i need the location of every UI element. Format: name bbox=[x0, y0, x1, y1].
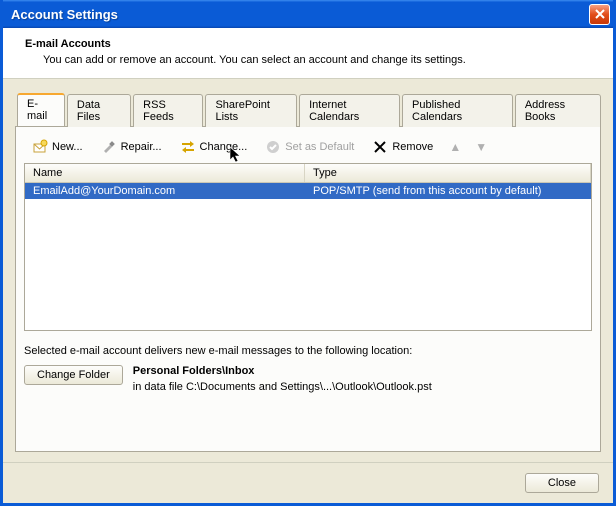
close-button[interactable]: Close bbox=[525, 473, 599, 493]
header-subtext: You can add or remove an account. You ca… bbox=[25, 54, 597, 66]
tab-data-files[interactable]: Data Files bbox=[67, 94, 131, 127]
remove-label: Remove bbox=[392, 141, 433, 153]
list-row[interactable]: EmailAdd@YourDomain.com POP/SMTP (send f… bbox=[25, 183, 591, 199]
tab-address-books[interactable]: Address Books bbox=[515, 94, 601, 127]
arrow-up-icon: ▲ bbox=[449, 140, 461, 154]
delivery-text: Selected e-mail account delivers new e-m… bbox=[24, 345, 592, 357]
tab-strip: E-mail Data Files RSS Feeds SharePoint L… bbox=[17, 93, 601, 126]
check-icon bbox=[265, 139, 281, 155]
close-label: Close bbox=[548, 477, 576, 489]
data-file-path: in data file C:\Documents and Settings\.… bbox=[133, 381, 432, 393]
tab-label: SharePoint Lists bbox=[215, 99, 269, 123]
tab-panel-email: New... Repair... Change... bbox=[15, 126, 601, 452]
remove-icon bbox=[372, 139, 388, 155]
list-header: Name Type bbox=[25, 164, 591, 183]
tab-label: Published Calendars bbox=[412, 99, 462, 123]
tab-sharepoint-lists[interactable]: SharePoint Lists bbox=[205, 94, 297, 127]
repair-icon bbox=[101, 139, 117, 155]
cell-type: POP/SMTP (send from this account by defa… bbox=[305, 183, 591, 199]
toolbar: New... Repair... Change... bbox=[24, 135, 592, 163]
tab-email[interactable]: E-mail bbox=[17, 93, 65, 126]
new-icon bbox=[32, 139, 48, 155]
change-folder-label: Change Folder bbox=[37, 369, 110, 381]
change-folder-button[interactable]: Change Folder bbox=[24, 365, 123, 385]
repair-label: Repair... bbox=[121, 141, 162, 153]
folder-info: Personal Folders\Inbox in data file C:\D… bbox=[133, 365, 432, 393]
cell-name: EmailAdd@YourDomain.com bbox=[25, 183, 305, 199]
footer: Close bbox=[3, 462, 613, 503]
window-title: Account Settings bbox=[11, 7, 589, 22]
change-icon bbox=[180, 139, 196, 155]
col-name-label: Name bbox=[33, 167, 62, 179]
body-area: E-mail Data Files RSS Feeds SharePoint L… bbox=[3, 79, 613, 462]
tab-label: Address Books bbox=[525, 99, 565, 123]
change-button[interactable]: Change... bbox=[176, 137, 252, 157]
set-default-label: Set as Default bbox=[285, 141, 354, 153]
tab-published-calendars[interactable]: Published Calendars bbox=[402, 94, 513, 127]
set-default-button: Set as Default bbox=[261, 137, 358, 157]
tab-label: Internet Calendars bbox=[309, 99, 359, 123]
tab-label: E-mail bbox=[27, 98, 47, 122]
folder-path: Personal Folders\Inbox bbox=[133, 365, 432, 377]
new-button[interactable]: New... bbox=[28, 137, 87, 157]
col-type-label: Type bbox=[313, 167, 337, 179]
repair-button[interactable]: Repair... bbox=[97, 137, 166, 157]
tab-label: Data Files bbox=[77, 99, 100, 123]
tab-rss-feeds[interactable]: RSS Feeds bbox=[133, 94, 203, 127]
arrow-down-icon: ▼ bbox=[475, 140, 487, 154]
remove-button[interactable]: Remove bbox=[368, 137, 437, 157]
accounts-list[interactable]: Name Type EmailAdd@YourDomain.com POP/SM… bbox=[24, 163, 592, 331]
close-icon bbox=[595, 7, 605, 22]
close-window-button[interactable] bbox=[589, 4, 610, 25]
col-name[interactable]: Name bbox=[25, 164, 305, 182]
col-type[interactable]: Type bbox=[305, 164, 591, 182]
header-heading: E-mail Accounts bbox=[25, 38, 597, 50]
move-down-button: ▼ bbox=[473, 140, 489, 154]
move-up-button: ▲ bbox=[447, 140, 463, 154]
titlebar: Account Settings bbox=[3, 0, 613, 28]
account-settings-window: Account Settings E-mail Accounts You can… bbox=[0, 0, 616, 506]
change-label: Change... bbox=[200, 141, 248, 153]
tab-label: RSS Feeds bbox=[143, 99, 174, 123]
new-label: New... bbox=[52, 141, 83, 153]
tab-internet-calendars[interactable]: Internet Calendars bbox=[299, 94, 400, 127]
delivery-section: Selected e-mail account delivers new e-m… bbox=[24, 345, 592, 393]
header-panel: E-mail Accounts You can add or remove an… bbox=[3, 28, 613, 79]
